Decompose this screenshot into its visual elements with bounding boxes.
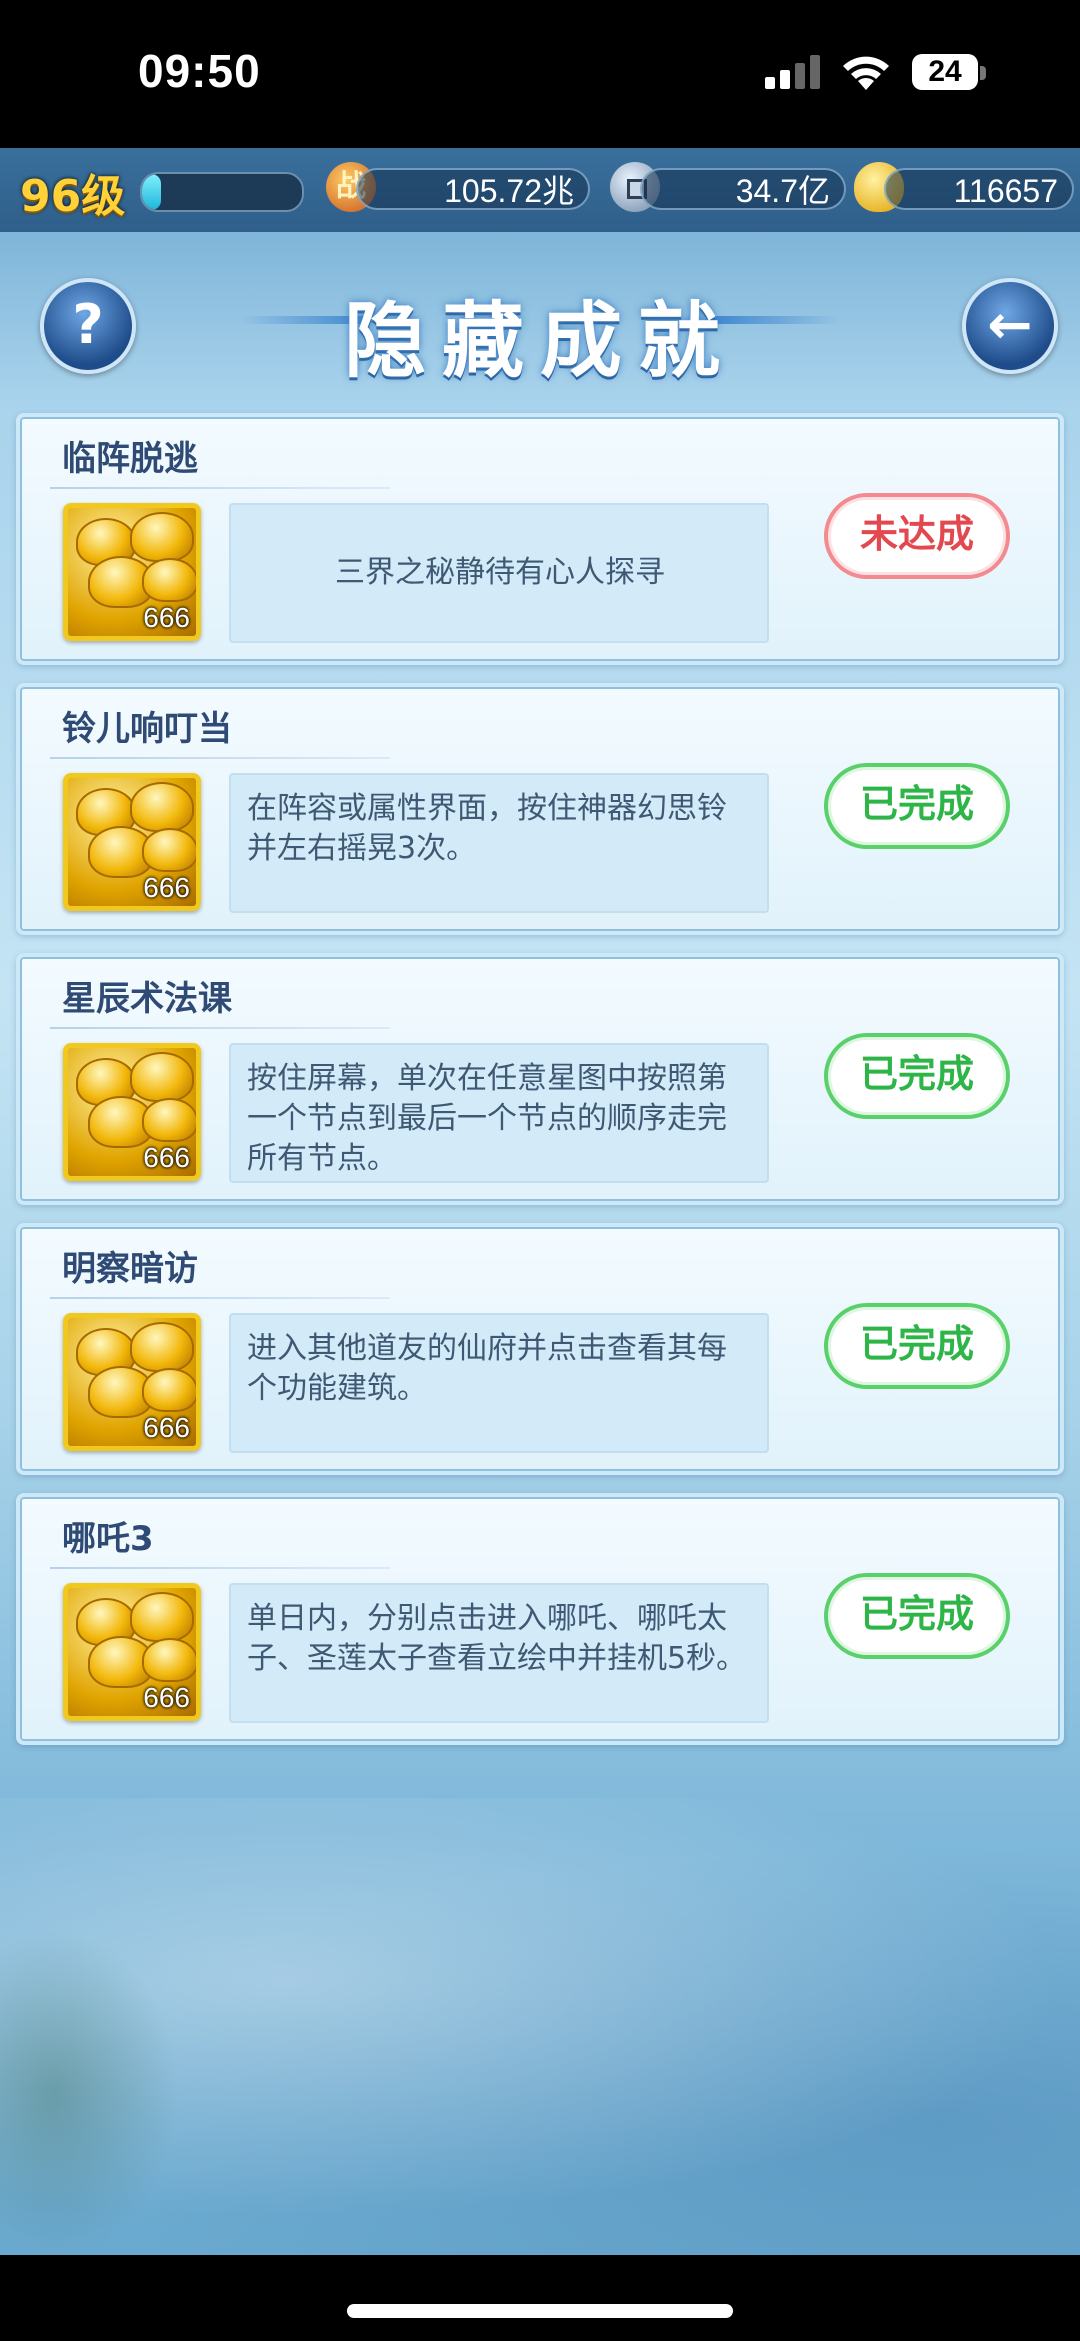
gold-ingot-reward-icon[interactable]: 666: [63, 1583, 201, 1721]
home-indicator-area: [0, 2255, 1080, 2341]
achievement-description: 三界之秘静待有心人探寻: [229, 503, 769, 643]
reward-count: 666: [143, 1412, 190, 1443]
achievement-description: 按住屏幕，单次在任意星图中按照第一个节点到最后一个节点的顺序走完所有节点。: [229, 1043, 769, 1183]
gold-ingot-reward-icon[interactable]: 666: [63, 1313, 201, 1451]
exp-bar: [140, 172, 304, 212]
resource-bar: 96级 战 105.72兆 34.7亿 116657: [0, 148, 1080, 232]
status-bar: 09:50 24: [0, 0, 1080, 148]
status-button[interactable]: 已完成: [824, 1033, 1010, 1119]
reward-count: 666: [143, 602, 190, 633]
title-divider: [50, 1027, 390, 1029]
gold-ingot-reward-icon[interactable]: 666: [63, 773, 201, 911]
status-button[interactable]: 已完成: [824, 763, 1010, 849]
title-divider: [50, 487, 390, 489]
reward-count: 666: [143, 872, 190, 903]
wifi-icon: [843, 56, 889, 90]
battery-icon: 24: [912, 54, 978, 90]
achievement-description: 进入其他道友的仙府并点击查看其每个功能建筑。: [229, 1313, 769, 1453]
cellular-signal-icon: [765, 55, 820, 89]
combat-power-value: 105.72兆: [356, 168, 590, 210]
player-level: 96级: [20, 171, 126, 222]
background-tree: [0, 1928, 180, 2255]
title-divider: [50, 1567, 390, 1569]
game-screen: 96级 战 105.72兆 34.7亿 116657 ? 隐藏成就 ← 临阵脱逃…: [0, 148, 1080, 2255]
status-button[interactable]: 已完成: [824, 1573, 1010, 1659]
title-divider: [50, 757, 390, 759]
status-button[interactable]: 未达成: [824, 493, 1010, 579]
achievement-card: 铃儿响叮当 666 在阵容或属性界面，按住神器幻思铃并左右摇晃3次。 已完成: [16, 683, 1064, 935]
achievement-card: 临阵脱逃 666 三界之秘静待有心人探寻 未达成: [16, 413, 1064, 665]
achievement-description: 单日内，分别点击进入哪吒、哪吒太子、圣莲太子查看立绘中并挂机5秒。: [229, 1583, 769, 1723]
gold-ingot-reward-icon[interactable]: 666: [63, 1043, 201, 1181]
status-button[interactable]: 已完成: [824, 1303, 1010, 1389]
gold-value: 116657: [884, 168, 1074, 210]
achievement-card: 星辰术法课 666 按住屏幕，单次在任意星图中按照第一个节点到最后一个节点的顺序…: [16, 953, 1064, 1205]
achievement-name: 哪吒3: [62, 1519, 154, 1559]
title-divider: [50, 1297, 390, 1299]
achievement-card: 哪吒3 666 单日内，分别点击进入哪吒、哪吒太子、圣莲太子查看立绘中并挂机5秒…: [16, 1493, 1064, 1745]
silver-value: 34.7亿: [640, 168, 846, 210]
achievement-name: 临阵脱逃: [62, 439, 198, 479]
achievement-name: 明察暗访: [62, 1249, 198, 1289]
achievement-card: 明察暗访 666 进入其他道友的仙府并点击查看其每个功能建筑。 已完成: [16, 1223, 1064, 1475]
clock: 09:50: [138, 45, 261, 97]
achievement-description: 在阵容或属性界面，按住神器幻思铃并左右摇晃3次。: [229, 773, 769, 913]
gold-ingot-reward-icon[interactable]: 666: [63, 503, 201, 641]
help-button[interactable]: ?: [40, 278, 136, 374]
exp-bar-fill: [142, 174, 162, 210]
achievement-name: 星辰术法课: [62, 979, 232, 1019]
page-title: 隐藏成就: [343, 294, 736, 389]
battery-tip: [980, 66, 986, 80]
reward-count: 666: [143, 1682, 190, 1713]
achievement-name: 铃儿响叮当: [62, 709, 232, 749]
home-indicator[interactable]: [347, 2304, 733, 2318]
page-header: 隐藏成就: [240, 266, 840, 389]
back-button[interactable]: ←: [962, 278, 1058, 374]
reward-count: 666: [143, 1142, 190, 1173]
